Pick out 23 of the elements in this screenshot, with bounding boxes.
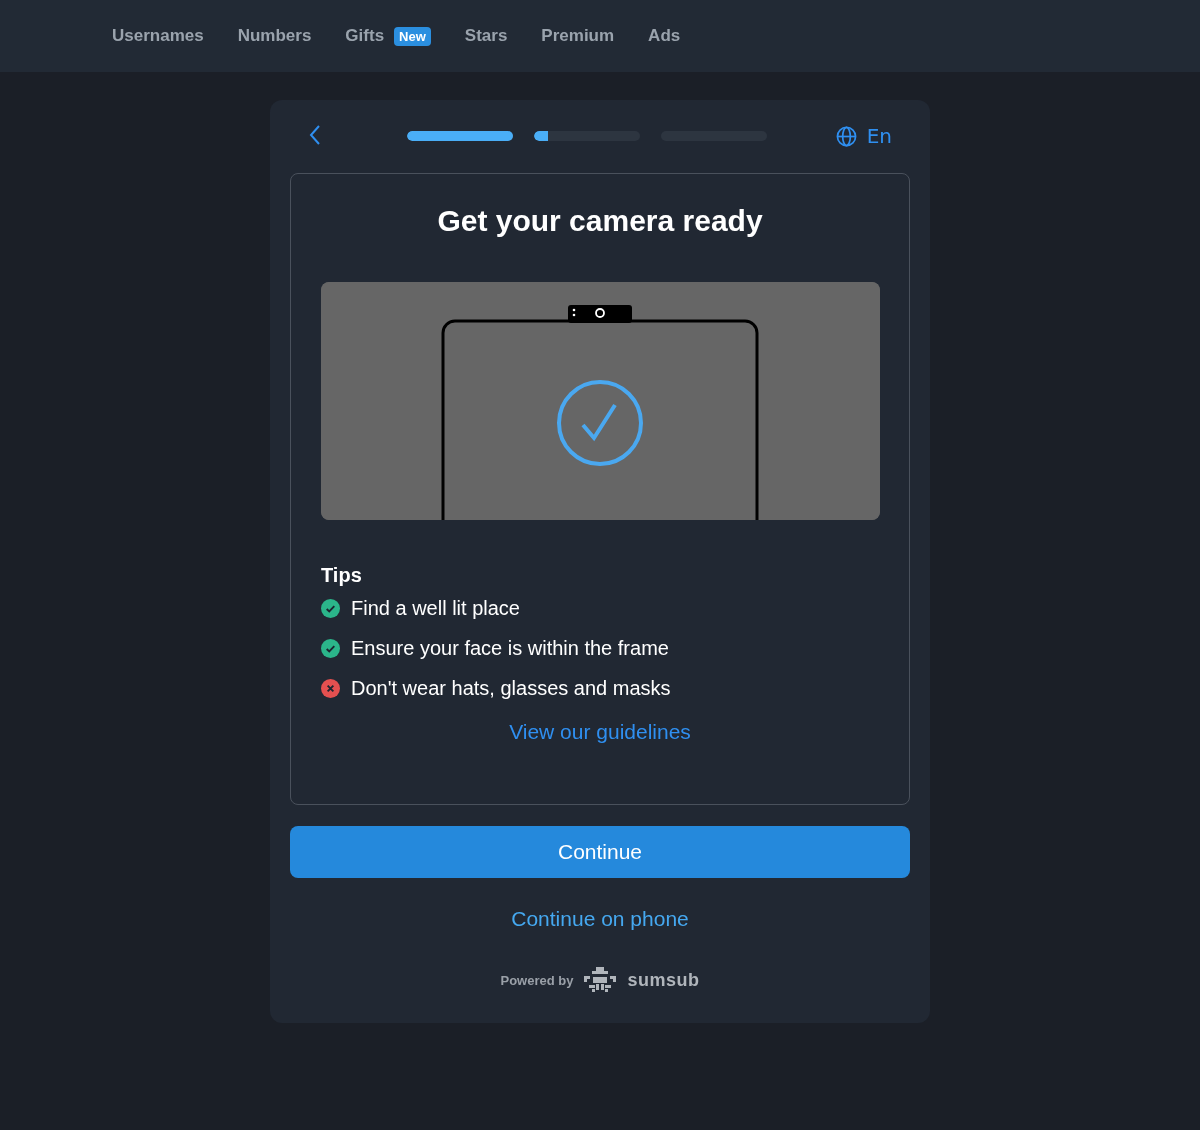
powered-by-text: Powered by [500,972,574,988]
pixel-logo-icon [583,967,618,993]
nav-link[interactable]: Gifts New [345,26,431,46]
continue-on-phone-link[interactable]: Continue on phone [511,907,689,931]
language-selector[interactable]: En [835,124,892,148]
continue-button[interactable]: Continue [290,826,910,878]
tip-text: Find a well lit place [351,597,520,620]
nav-link[interactable]: Stars [464,26,508,46]
guidelines-link[interactable]: View our guidelines [509,720,691,744]
nav-link[interactable]: Ads [648,26,681,46]
cross-icon [321,679,340,698]
globe-icon [835,125,857,147]
tips-heading: Tips [321,564,363,587]
nav-link[interactable]: Usernames [112,26,204,46]
nav-link[interactable]: Numbers [237,26,312,46]
new-badge: New [394,26,431,46]
nav-link[interactable]: Premium [541,26,615,46]
tip-text: Don't wear hats, glasses and masks [351,677,671,700]
check-icon [321,639,340,658]
page-title: Get your camera ready [436,204,764,238]
brand-name: sumsub [627,969,700,991]
check-icon [321,599,340,618]
tip-text: Ensure your face is within the frame [351,637,669,660]
